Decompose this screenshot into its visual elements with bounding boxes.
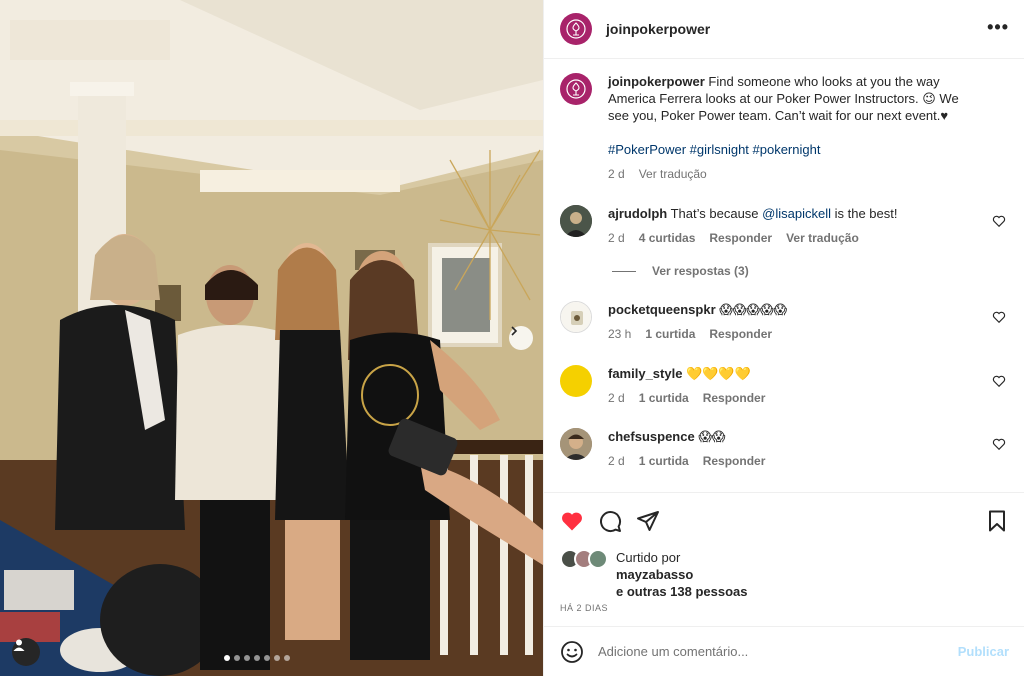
tagged-users-button[interactable] bbox=[12, 638, 40, 666]
avatar-photo bbox=[560, 428, 592, 460]
avatar-photo bbox=[561, 302, 591, 332]
comment-meta: 23 h 1 curtida Responder bbox=[608, 326, 980, 343]
liked-by-others[interactable]: e outras 138 pessoas bbox=[616, 584, 748, 599]
comment-likes[interactable]: 1 curtida bbox=[639, 390, 689, 407]
reply-button[interactable]: Responder bbox=[709, 230, 772, 247]
comments-list[interactable]: joinpokerpower Find someone who looks at… bbox=[544, 60, 1024, 492]
chevron-right-icon bbox=[511, 326, 518, 336]
carousel-dot bbox=[264, 655, 270, 661]
comment-text: That’s because bbox=[670, 206, 763, 221]
author-avatar[interactable] bbox=[560, 13, 592, 45]
commenter-avatar[interactable] bbox=[560, 205, 592, 237]
view-replies-button[interactable]: Ver respostas (3) bbox=[612, 264, 749, 278]
liked-by: Curtido por mayzabasso e outras 138 pess… bbox=[560, 549, 748, 600]
comment-mention-link[interactable]: @lisapickell bbox=[762, 206, 831, 221]
comment-likes[interactable]: 1 curtida bbox=[639, 453, 689, 470]
comment-text: 😱😱😱😱😱 bbox=[719, 302, 788, 317]
carousel-dot bbox=[254, 655, 260, 661]
commenter-avatar[interactable] bbox=[560, 301, 592, 333]
comment-text-end: is the best! bbox=[830, 206, 898, 221]
comment-meta: 2 d 4 curtidas Responder Ver tradução bbox=[608, 230, 980, 247]
share-icon[interactable] bbox=[636, 509, 660, 533]
post-date[interactable]: HÁ 2 DIAS bbox=[560, 603, 608, 613]
post-detail-panel: joinpokerpower ••• joinpokerpower Find s… bbox=[543, 0, 1024, 676]
comment-time[interactable]: 2 d bbox=[608, 230, 625, 247]
comment-input[interactable] bbox=[598, 644, 938, 659]
more-options-button[interactable]: ••• bbox=[987, 18, 1009, 36]
emoji-icon[interactable] bbox=[560, 640, 584, 664]
comment-time[interactable]: 2 d bbox=[608, 390, 625, 407]
comment-time[interactable]: 23 h bbox=[608, 326, 631, 343]
comment-icon[interactable] bbox=[598, 509, 622, 533]
post-photo[interactable] bbox=[0, 0, 543, 676]
commenter-avatar[interactable] bbox=[560, 428, 592, 460]
avatar-photo bbox=[560, 205, 592, 237]
photo-illustration bbox=[0, 0, 543, 676]
reply-button[interactable]: Responder bbox=[703, 453, 766, 470]
caption-username[interactable]: joinpokerpower bbox=[608, 74, 705, 89]
carousel-dot bbox=[234, 655, 240, 661]
commenter-username[interactable]: pocketqueenspkr bbox=[608, 302, 716, 317]
user-icon bbox=[13, 639, 25, 651]
action-icons bbox=[560, 509, 660, 533]
carousel-dot bbox=[274, 655, 280, 661]
reply-button[interactable]: Responder bbox=[703, 390, 766, 407]
bookmark-icon[interactable] bbox=[985, 509, 1009, 533]
liker-avatar bbox=[588, 549, 608, 569]
caption-author-avatar[interactable] bbox=[560, 73, 592, 105]
heart-outline-icon[interactable] bbox=[992, 310, 1006, 324]
caption-translate-link[interactable]: Ver tradução bbox=[639, 166, 707, 183]
comment-likes[interactable]: 1 curtida bbox=[645, 326, 695, 343]
commenter-username[interactable]: family_style bbox=[608, 366, 682, 381]
comment-meta: 2 d 1 curtida Responder bbox=[608, 390, 980, 407]
author-username[interactable]: joinpokerpower bbox=[606, 21, 710, 37]
poker-power-logo-icon bbox=[566, 79, 586, 99]
carousel-dot bbox=[284, 655, 290, 661]
carousel-dot bbox=[224, 655, 230, 661]
comment-meta: 2 d 1 curtida Responder bbox=[608, 453, 980, 470]
heart-outline-icon[interactable] bbox=[992, 214, 1006, 228]
commenter-username[interactable]: chefsuspence bbox=[608, 429, 695, 444]
caption-meta: 2 d Ver tradução bbox=[608, 166, 980, 183]
comment-likes[interactable]: 4 curtidas bbox=[639, 230, 696, 247]
reply-button[interactable]: Responder bbox=[709, 326, 772, 343]
heart-outline-icon[interactable] bbox=[992, 374, 1006, 388]
carousel-dot bbox=[244, 655, 250, 661]
heart-outline-icon[interactable] bbox=[992, 437, 1006, 451]
liked-by-label: Curtido por bbox=[616, 550, 681, 565]
post-actions: Curtido por mayzabasso e outras 138 pess… bbox=[544, 492, 1024, 626]
next-slide-button[interactable] bbox=[509, 326, 533, 350]
replies-divider bbox=[612, 270, 636, 272]
comment-translate-link[interactable]: Ver tradução bbox=[786, 230, 859, 247]
commenter-avatar[interactable] bbox=[560, 365, 592, 397]
comment-text: 😱😱 bbox=[698, 429, 726, 444]
post-header: joinpokerpower ••• bbox=[544, 0, 1024, 59]
comment-time[interactable]: 2 d bbox=[608, 453, 625, 470]
caption-time[interactable]: 2 d bbox=[608, 166, 625, 183]
liker-avatars[interactable] bbox=[560, 549, 614, 571]
heart-filled-icon[interactable] bbox=[560, 509, 584, 533]
caption-hashtags[interactable]: #PokerPower #girlsnight #pokernight bbox=[608, 141, 980, 158]
view-replies-label[interactable]: Ver respostas (3) bbox=[652, 264, 749, 278]
liked-by-user[interactable]: mayzabasso bbox=[616, 567, 693, 582]
carousel-indicator bbox=[224, 655, 290, 661]
publish-button[interactable]: Publicar bbox=[958, 644, 1009, 659]
comment-text: 💛💛💛💛 bbox=[686, 366, 751, 381]
poker-power-logo-icon bbox=[566, 19, 586, 39]
comment-composer: Publicar bbox=[544, 626, 1024, 676]
commenter-username[interactable]: ajrudolph bbox=[608, 206, 667, 221]
